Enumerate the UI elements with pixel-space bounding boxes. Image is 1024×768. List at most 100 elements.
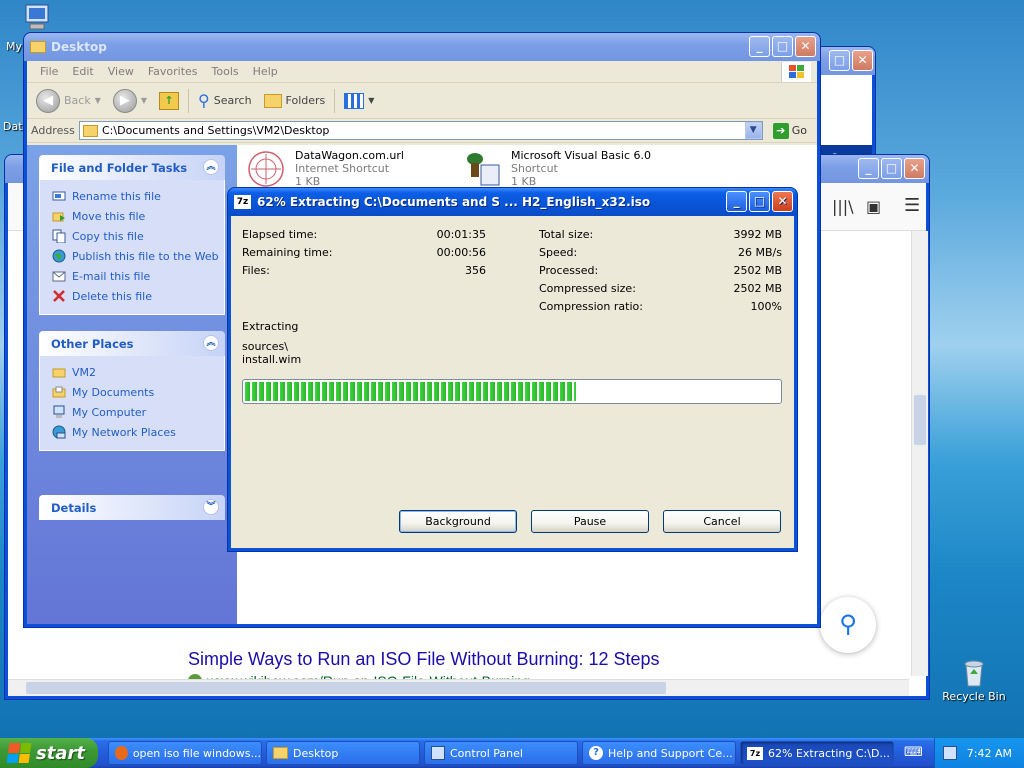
folder-icon (83, 124, 98, 137)
start-button[interactable]: start (0, 738, 98, 768)
file-item[interactable]: Microsoft Visual Basic 6.0 Shortcut 1 KB (459, 149, 651, 189)
menu-icon[interactable]: ☰ (904, 195, 920, 216)
link-label: VM2 (72, 365, 97, 379)
browser-icon (115, 746, 128, 760)
rename-file-link[interactable]: Rename this file (52, 186, 224, 206)
views-icon (344, 92, 365, 109)
keyboard-icon[interactable]: ⌨ (904, 745, 923, 761)
library-icon[interactable]: |||\ (832, 197, 854, 216)
close-button[interactable]: ✕ (772, 191, 793, 212)
details-header[interactable]: Details ︾ (39, 495, 225, 520)
processed-value: 2502 MB (733, 264, 782, 277)
up-folder-icon: ↑ (159, 91, 180, 110)
clock[interactable]: 7:42 AM (967, 747, 1012, 760)
views-button[interactable]: ▼ (341, 91, 377, 111)
maximize-button[interactable]: □ (881, 158, 902, 179)
other-places-panel: Other Places ︽ VM2 My Documents My Compu… (39, 331, 225, 451)
menu-edit[interactable]: Edit (65, 65, 100, 78)
link-label: Rename this file (72, 189, 161, 203)
url-shortcut-icon (248, 151, 284, 187)
network-icon (52, 425, 66, 439)
background-button[interactable]: Background (399, 510, 517, 533)
close-button[interactable]: ✕ (795, 36, 816, 57)
copy-file-link[interactable]: Copy this file (52, 226, 224, 246)
pause-button[interactable]: Pause (531, 510, 649, 533)
search-button[interactable]: ⚲ Search (195, 89, 255, 112)
total-size-label: Total size: (539, 228, 594, 241)
file-type: Shortcut (511, 162, 558, 175)
delete-file-link[interactable]: Delete this file (52, 286, 224, 306)
back-button[interactable]: ◀ Back ▼ (33, 87, 104, 115)
taskbar-item-browser[interactable]: open iso file windows... (108, 741, 262, 765)
menu-tools[interactable]: Tools (205, 65, 246, 78)
other-places-header[interactable]: Other Places ︽ (39, 331, 225, 356)
link-label: My Computer (72, 405, 147, 419)
close-button[interactable]: ✕ (904, 158, 925, 179)
speed-label: Speed: (539, 246, 578, 259)
address-dropdown-icon[interactable]: ▼ (744, 122, 762, 139)
minimize-button[interactable]: _ (749, 36, 770, 57)
desktop-icon-label: My (6, 40, 23, 53)
compressed-size-value: 2502 MB (733, 282, 782, 295)
horizontal-scrollbar[interactable] (8, 679, 909, 696)
menu-favorites[interactable]: Favorites (141, 65, 205, 78)
publish-file-link[interactable]: Publish this file to the Web (52, 246, 224, 266)
maximize-button[interactable]: □ (772, 36, 793, 57)
address-input[interactable]: C:\Documents and Settings\VM2\Desktop ▼ (79, 121, 763, 140)
close-button[interactable]: ✕ (852, 50, 873, 71)
taskbar-item-control-panel[interactable]: Control Panel (424, 741, 578, 765)
minimize-button[interactable]: _ (858, 158, 879, 179)
taskbar-item-help[interactable]: ? Help and Support Ce... (582, 741, 736, 765)
expand-chevron-icon[interactable]: ︾ (203, 499, 219, 515)
taskbar-item-extract[interactable]: 7z 62% Extracting C:\D... (740, 741, 894, 765)
go-button[interactable]: ➔ Go (767, 122, 813, 139)
vertical-scrollbar[interactable] (911, 231, 928, 676)
address-label: Address (31, 124, 75, 137)
task-label: open iso file windows... (132, 746, 261, 760)
system-tray: 7:42 AM (934, 738, 1024, 768)
menu-view[interactable]: View (101, 65, 141, 78)
task-label: Control Panel (450, 746, 523, 760)
elapsed-time-label: Elapsed time: (242, 228, 318, 241)
explorer-titlebar: Desktop _ □ ✕ (24, 33, 820, 61)
email-file-link[interactable]: E-mail this file (52, 266, 224, 286)
forward-button[interactable]: ▶ ▼ (110, 87, 150, 115)
place-my-documents-link[interactable]: My Documents (52, 382, 224, 402)
maximize-button[interactable]: □ (749, 191, 770, 212)
menu-file[interactable]: File (33, 65, 65, 78)
folders-button[interactable]: Folders (261, 92, 329, 110)
compressed-size-label: Compressed size: (539, 282, 636, 295)
link-label: Delete this file (72, 289, 152, 303)
visual-basic-icon (467, 153, 500, 186)
network-icon[interactable] (942, 746, 957, 760)
file-item[interactable]: DataWagon.com.url Internet Shortcut 1 KB (243, 149, 404, 189)
desktop-icon-recycle-bin[interactable]: Recycle Bin (938, 656, 1010, 703)
folders-label: Folders (285, 94, 326, 107)
collapse-chevron-icon[interactable]: ︽ (203, 159, 219, 175)
scrollbar-thumb[interactable] (914, 395, 926, 445)
remaining-time-value: 00:00:56 (436, 246, 486, 259)
toolbar-separator (334, 88, 336, 113)
move-file-link[interactable]: Move this file (52, 206, 224, 226)
panel-title: File and Folder Tasks (51, 160, 188, 175)
scrollbar-thumb[interactable] (26, 682, 666, 694)
desktop-icon-my-computer[interactable]: My (0, 2, 72, 53)
taskbar-item-desktop[interactable]: Desktop (266, 741, 420, 765)
place-vm2-link[interactable]: VM2 (52, 362, 224, 382)
place-my-computer-link[interactable]: My Computer (52, 402, 224, 422)
search-fab-icon[interactable]: ⚲ (820, 597, 876, 653)
computer-icon (53, 405, 65, 418)
file-folder-tasks-header[interactable]: File and Folder Tasks ︽ (39, 155, 225, 180)
toolbar-separator (188, 88, 190, 113)
search-result-title[interactable]: Simple Ways to Run an ISO File Without B… (188, 649, 660, 670)
link-label: Move this file (72, 209, 146, 223)
control-panel-icon (431, 746, 445, 760)
sidebar-icon[interactable]: ▣ (866, 197, 881, 216)
menu-help[interactable]: Help (246, 65, 285, 78)
place-my-network-link[interactable]: My Network Places (52, 422, 224, 442)
up-folder-button[interactable]: ↑ (156, 90, 182, 112)
minimize-button[interactable]: _ (726, 191, 747, 212)
collapse-chevron-icon[interactable]: ︽ (203, 335, 219, 351)
maximize-button[interactable]: □ (829, 50, 850, 71)
cancel-button[interactable]: Cancel (663, 510, 781, 533)
